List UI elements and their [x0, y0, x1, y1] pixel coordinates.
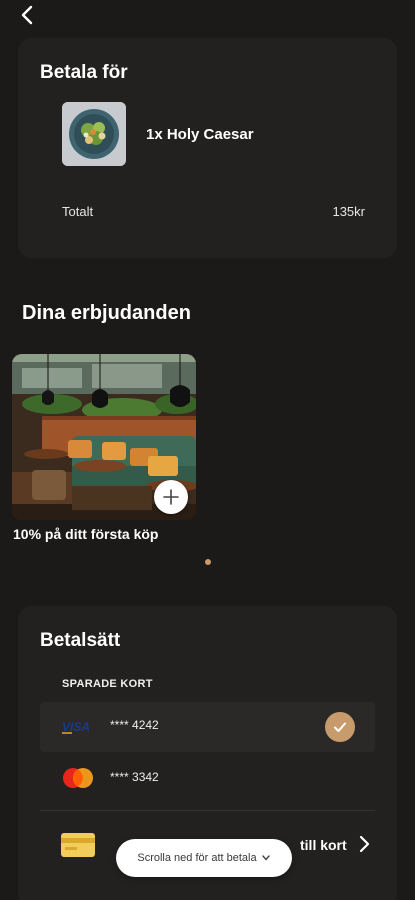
offer-label: 10% på ditt första köp: [13, 526, 159, 542]
order-summary-card: Betala för 1x Holy Caesar Totalt 135kr: [18, 38, 397, 258]
checkmark-icon: [325, 712, 355, 742]
chevron-right-icon: [359, 835, 370, 853]
carousel-page-indicator: [205, 559, 211, 565]
add-card-label: till kort: [300, 837, 347, 853]
back-button[interactable]: [14, 2, 40, 28]
scroll-to-pay-button[interactable]: Scrolla ned för att betala: [116, 839, 292, 877]
visa-icon: VISA: [62, 720, 90, 734]
salad-bowl-image: [62, 102, 126, 166]
credit-card-icon: [61, 833, 95, 857]
total-label: Totalt: [62, 204, 94, 219]
order-item-name: 1x Holy Caesar: [146, 126, 254, 143]
svg-text:VISA: VISA: [62, 720, 90, 734]
card-number: **** 3342: [110, 770, 159, 784]
divider: [40, 810, 375, 811]
plus-icon: [163, 489, 179, 505]
chevron-down-icon: [261, 855, 270, 861]
payment-method-title: Betalsätt: [40, 630, 121, 651]
add-offer-button[interactable]: [154, 480, 188, 514]
chevron-left-icon: [21, 5, 33, 25]
saved-card-mastercard[interactable]: **** 3342: [40, 754, 375, 804]
saved-cards-label: SPARADE KORT: [62, 678, 153, 690]
scroll-hint-label: Scrolla ned för att betala: [137, 852, 257, 864]
offers-title: Dina erbjudanden: [22, 302, 191, 324]
saved-card-visa[interactable]: VISA **** 4242: [40, 702, 375, 752]
total-value: 135kr: [332, 204, 365, 219]
item-thumbnail: [62, 102, 126, 166]
card-number: **** 4242: [110, 718, 159, 732]
mastercard-icon: [63, 768, 93, 788]
order-summary-title: Betala för: [40, 62, 128, 83]
